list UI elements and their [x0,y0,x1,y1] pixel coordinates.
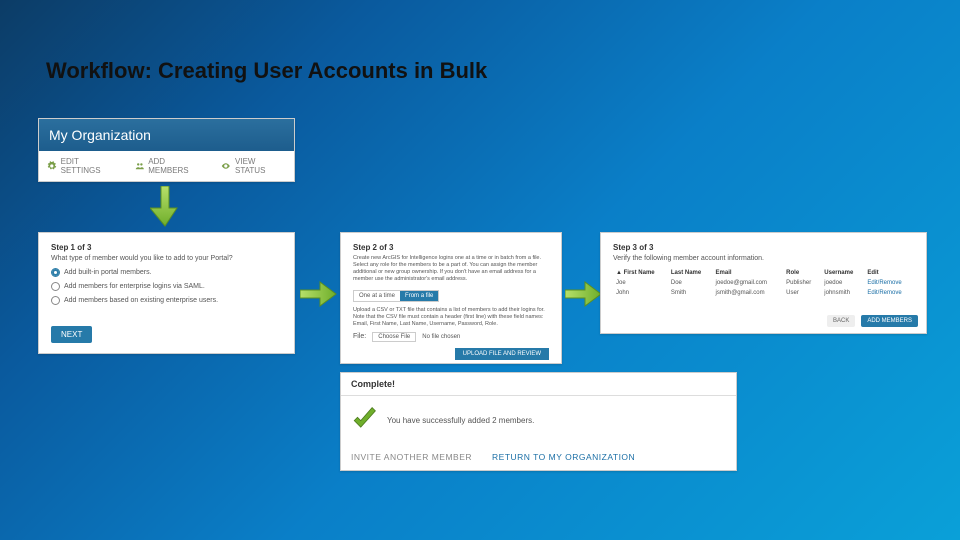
page-title: Workflow: Creating User Accounts in Bulk [46,58,487,84]
col-edit: Edit [864,268,914,278]
step1-option2-label: Add members for enterprise logins via SA… [64,283,205,290]
cell-user: joedoe [821,278,864,288]
arrow-down-icon [150,186,180,228]
view-status-label: VIEW STATUS [235,157,286,175]
my-organization-header: My Organization [39,119,294,151]
complete-heading: Complete! [341,373,736,396]
step3-sub: Verify the following member account info… [613,255,914,262]
complete-panel: Complete! You have successfully added 2 … [340,372,737,471]
step2-heading: Step 2 of 3 [353,243,549,252]
edit-link[interactable]: Edit/Remove [867,280,901,286]
complete-message: You have successfully added 2 members. [387,416,534,425]
invite-another-button[interactable]: INVITE ANOTHER MEMBER [351,452,472,462]
step2-upload-desc: Upload a CSV or TXT file that contains a… [353,307,549,328]
step2-desc: Create new ArcGIS for Intelligence login… [353,255,549,284]
col-email[interactable]: Email [713,268,784,278]
tab-one-at-a-time[interactable]: One at a time [354,291,400,301]
step1-sub: What type of member would you like to ad… [51,255,282,262]
edit-link[interactable]: Edit/Remove [867,290,901,296]
choose-file-button[interactable]: Choose File [372,332,416,342]
cell-fn: Joe [613,278,668,288]
upload-button[interactable]: UPLOAD FILE AND REVIEW [455,348,549,360]
members-table: ▲ First Name Last Name Email Role Userna… [613,268,914,298]
return-to-org-button[interactable]: RETURN TO MY ORGANIZATION [492,452,635,462]
my-organization-panel: My Organization EDIT SETTINGS ADD MEMBER… [38,118,295,182]
step2-panel: Step 2 of 3 Create new ArcGIS for Intell… [340,232,562,364]
step3-heading: Step 3 of 3 [613,243,914,252]
step1-panel: Step 1 of 3 What type of member would yo… [38,232,295,354]
step1-option3[interactable]: Add members based on existing enterprise… [51,296,282,305]
cell-ln: Smith [668,288,713,298]
no-file-text: No file chosen [422,334,460,340]
next-button[interactable]: NEXT [51,326,92,343]
arrow-right-icon [300,280,338,308]
cell-email: joedoe@gmail.com [713,278,784,288]
cell-email: jsmith@gmail.com [713,288,784,298]
cell-user: johnsmith [821,288,864,298]
arrow-right-icon [565,280,603,308]
step1-option1[interactable]: Add built-in portal members. [51,268,282,277]
org-action-bar: EDIT SETTINGS ADD MEMBERS VIEW STATUS [39,151,294,181]
eye-icon [221,161,231,171]
radio-icon [51,282,60,291]
radio-icon [51,268,60,277]
col-lastname[interactable]: Last Name [668,268,713,278]
col-username[interactable]: Username [821,268,864,278]
cell-ln: Doe [668,278,713,288]
view-status-button[interactable]: VIEW STATUS [221,157,286,175]
file-label: File: [353,333,366,340]
step1-option3-label: Add members based on existing enterprise… [64,297,218,304]
step3-panel: Step 3 of 3 Verify the following member … [600,232,927,334]
cell-edit: Edit/Remove [864,278,914,288]
col-firstname[interactable]: ▲ First Name [613,268,668,278]
cell-fn: John [613,288,668,298]
add-members-button[interactable]: ADD MEMBERS [135,157,206,175]
step1-option1-label: Add built-in portal members. [64,269,152,276]
checkmark-icon [351,406,377,434]
tab-from-file[interactable]: From a file [400,291,438,301]
add-members-label: ADD MEMBERS [148,157,205,175]
step1-heading: Step 1 of 3 [51,243,282,252]
cell-edit: Edit/Remove [864,288,914,298]
cell-role: User [783,288,821,298]
step2-mode-toggle[interactable]: One at a timeFrom a file [353,290,439,302]
table-row: Joe Doe joedoe@gmail.com Publisher joedo… [613,278,914,288]
edit-settings-label: EDIT SETTINGS [61,157,119,175]
back-button[interactable]: BACK [827,315,855,327]
step1-option2[interactable]: Add members for enterprise logins via SA… [51,282,282,291]
cell-role: Publisher [783,278,821,288]
add-members-button[interactable]: ADD MEMBERS [861,315,918,327]
col-role[interactable]: Role [783,268,821,278]
radio-icon [51,296,60,305]
gear-icon [47,161,57,171]
people-icon [135,161,145,171]
edit-settings-button[interactable]: EDIT SETTINGS [47,157,119,175]
table-row: John Smith jsmith@gmail.com User johnsmi… [613,288,914,298]
table-header-row: ▲ First Name Last Name Email Role Userna… [613,268,914,278]
